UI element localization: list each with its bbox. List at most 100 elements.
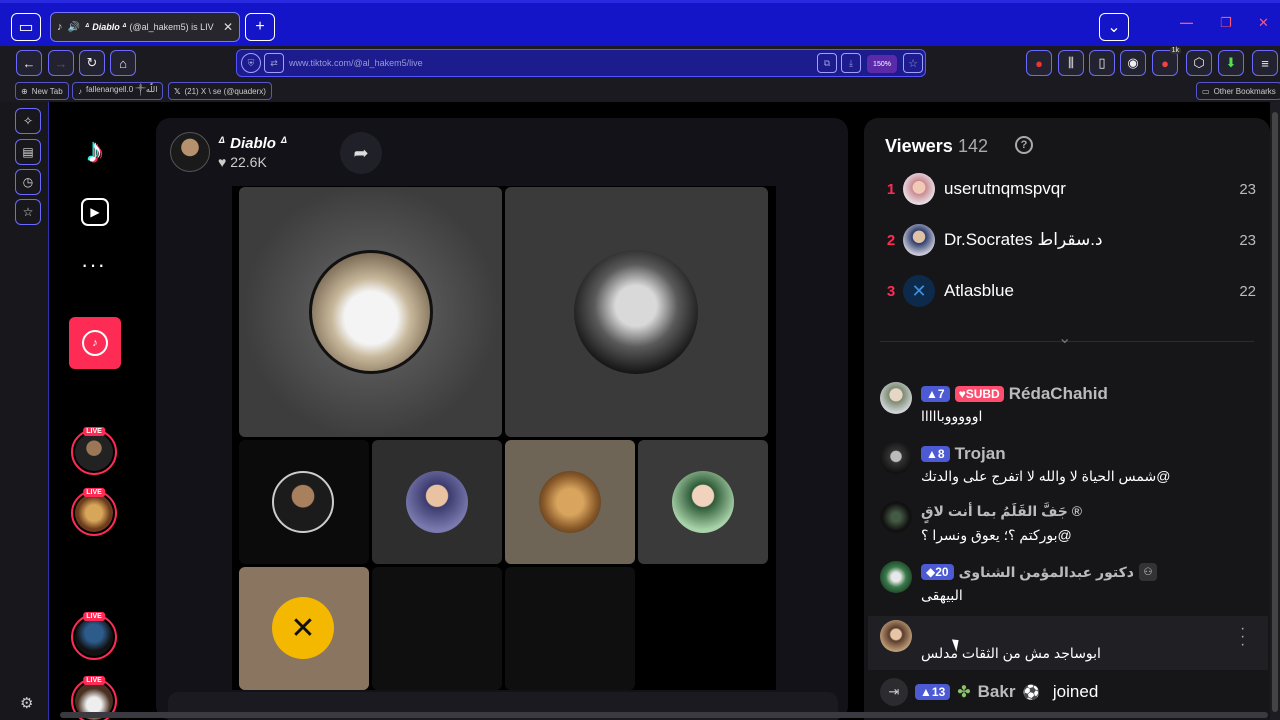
help-icon[interactable]: ? [1015,136,1033,154]
url-text: www.tiktok.com/@al_hakem5/live [289,58,423,68]
tiktok-live-icon: ♪ [82,330,108,356]
favorites-icon[interactable]: ☆ [15,199,41,225]
tiktok-favicon-icon: ♪ [78,86,82,96]
viewer-score: 23 [1239,180,1256,198]
live-badge: LIVE [83,427,105,436]
pip-icon[interactable]: ⧉ [817,53,837,73]
horizontal-scrollbar[interactable] [60,712,1268,718]
join-username[interactable]: Bakr [978,682,1016,702]
back-icon[interactable]: ← [16,50,42,76]
guest-slot[interactable] [505,440,635,564]
downloads-icon[interactable]: ⬇ [1218,50,1244,76]
menu-icon[interactable]: ≡ [1252,50,1278,76]
viewer-score: 23 [1239,231,1256,249]
bookmark-fallenangell[interactable]: ♪ fallenangell.0 ༒اللّٰه [72,82,164,100]
explore-icon[interactable]: ▶ [81,198,109,226]
guest-slot-main[interactable] [239,187,502,437]
bookmark-x[interactable]: 𝕏 (21) X \ se (@quaderx) [168,82,272,100]
guest-avatar [539,471,601,533]
scrollbar-thumb[interactable] [1272,112,1278,712]
guest-avatar: ✕ [272,597,334,659]
extensions-puzzle-icon[interactable]: ⬡ [1186,50,1212,76]
live-creator-avatar[interactable]: LIVE [71,427,117,475]
pocket-icon[interactable]: ● [1026,50,1052,76]
more-options-icon[interactable]: · · · [1240,621,1245,653]
level-badge: ◆20 [921,564,954,580]
chat-username[interactable]: جَفَّ القَلَمُ بما أنت لاقٍ ® [921,503,1082,520]
bookmark-label: Other Bookmarks [1213,86,1276,96]
guest-slot[interactable] [239,440,369,564]
history-icon[interactable]: ◷ [15,169,41,195]
live-badge: LIVE [83,612,105,621]
chat-text: ابوساجد مش من الثقات مدلس [921,645,1101,661]
guest-slot[interactable] [372,440,502,564]
viewers-title: Viewers [885,136,953,156]
library-icon[interactable]: ⫼ [1058,50,1084,76]
chat-text: بوركتم ؟؛ يعوق ونسرا ؟@ [921,527,1072,543]
guest-slot[interactable]: ✕ [239,567,369,690]
site-settings-icon[interactable]: ⇄ [264,53,284,73]
host-name[interactable]: ᐞ Diablo ᐞ [218,134,288,152]
soccer-ball-icon: ⚽ [1022,683,1040,700]
download-page-icon[interactable]: ⤓ [841,53,861,73]
sidebar-toggle-icon[interactable]: ▯ [1089,50,1115,76]
chat-avatar[interactable] [880,382,912,414]
zoom-level[interactable]: 150% [867,55,897,73]
new-tab-button[interactable]: + [245,13,275,41]
guest-avatar [309,250,433,374]
chat-avatar[interactable] [880,561,912,593]
empty-guest-slot[interactable] [372,567,502,690]
reload-icon[interactable]: ↻ [79,50,105,76]
other-bookmarks[interactable]: ▭ Other Bookmarks [1196,82,1280,100]
chevron-down-icon[interactable]: ⌄ [1058,328,1071,348]
chat-avatar[interactable] [880,501,912,533]
account-icon[interactable]: ◉ [1120,50,1146,76]
settings-gear-icon[interactable]: ⚙ [20,694,33,712]
browser-side-rail: ✧ ▤ ◷ ☆ [0,102,48,720]
share-icon[interactable]: ➦ [340,132,382,174]
viewer-name: Atlasblue [944,281,1014,300]
close-window-icon[interactable]: ✕ [1258,15,1269,31]
bookmarks-panel-icon[interactable]: ▤ [15,139,41,165]
chat-avatar[interactable] [880,620,912,652]
live-studio-button[interactable]: ♪ [69,317,121,369]
address-bar[interactable]: ⛨ ⇄ www.tiktok.com/@al_hakem5/live ⧉ ⤓ 1… [236,49,926,77]
empty-guest-slot[interactable] [505,567,635,690]
tab-title-prefix: ᐞ Diablo ᐞ [84,21,127,32]
ai-chat-icon[interactable]: ✧ [15,108,41,134]
chat-avatar[interactable] [880,442,912,474]
bookmark-new-tab[interactable]: ⊕ New Tab [15,82,69,100]
bookmark-label: New Tab [31,86,63,96]
live-badge: LIVE [83,488,105,497]
home-icon[interactable]: ⌂ [110,50,136,76]
guest-avatar [272,471,334,533]
guest-slot[interactable] [638,440,768,564]
guest-slot[interactable] [505,187,768,437]
forward-icon[interactable]: → [48,50,74,76]
live-creator-avatar[interactable]: LIVE [71,612,117,660]
top-viewer-row[interactable]: 1 userutnqmspvqr 23 [880,171,1256,207]
more-icon[interactable]: ··· [81,254,106,276]
chat-username[interactable]: Trojan [955,444,1006,464]
top-viewer-row[interactable]: 3 ✕ Atlasblue 22 [880,273,1256,309]
tab-overview-icon[interactable]: ▭ [11,13,41,41]
viewer-rank: 3 [886,282,896,300]
browser-titlebar: ▭ ♪ 🔊 ᐞ Diablo ᐞ (@al_hakem5) is LIV ✕ +… [0,0,1280,46]
top-viewer-row[interactable]: 2 Dr.Socrates د.سقراط 23 [880,222,1256,258]
shield-icon[interactable]: ⛨ [241,53,261,73]
tab-tiktok-live[interactable]: ♪ 🔊 ᐞ Diablo ᐞ (@al_hakem5) is LIV ✕ [50,12,240,42]
extension-badge-icon[interactable]: ● 1k [1152,47,1181,76]
speaker-icon[interactable]: 🔊 [68,22,80,33]
host-avatar[interactable] [170,132,210,172]
chat-username[interactable]: RédaChahid [1009,384,1108,404]
bookmark-star-icon[interactable]: ☆ [903,53,923,73]
minimize-icon[interactable]: — [1180,15,1193,30]
live-creator-avatar[interactable]: LIVE [71,488,117,536]
chat-text: البيهقى [921,587,963,603]
tiktok-logo-icon[interactable]: ♪ [74,130,116,172]
tab-close-icon[interactable]: ✕ [223,20,233,34]
tab-list-chevron-icon[interactable]: ⌄ [1099,13,1129,41]
chat-username[interactable]: دكتور عبدالمؤمن الشناوى [959,564,1134,581]
restore-icon[interactable]: ❐ [1220,15,1232,31]
viewer-name: userutnqmspvqr [944,179,1066,198]
